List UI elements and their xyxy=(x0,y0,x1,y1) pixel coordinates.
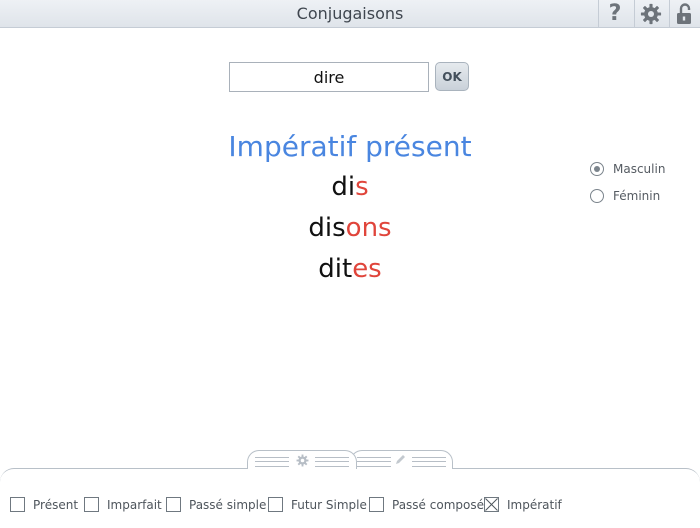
verb-stem: dis xyxy=(308,213,346,243)
tab-lines xyxy=(357,457,391,467)
checkbox[interactable] xyxy=(84,497,99,512)
conjugation-line: disons xyxy=(0,213,700,243)
gear-icon xyxy=(640,3,662,24)
conjugation-line: dites xyxy=(0,254,700,284)
pencil-icon xyxy=(396,455,405,464)
checkbox[interactable] xyxy=(484,497,499,512)
checkbox-label: Passé composé xyxy=(392,497,484,512)
checkbox-imparfait[interactable]: Imparfait xyxy=(84,497,162,512)
checkbox[interactable] xyxy=(10,497,25,512)
radio-button[interactable] xyxy=(590,162,604,176)
ok-button[interactable]: OK xyxy=(435,62,469,91)
edit-tab[interactable] xyxy=(350,450,453,469)
checkbox-passe-compose[interactable]: Passé composé xyxy=(369,497,484,512)
radio-label: Féminin xyxy=(613,189,661,203)
help-icon: ? xyxy=(608,0,622,26)
checkbox-label: Présent xyxy=(33,497,79,512)
radio-label: Masculin xyxy=(613,162,666,176)
settings-button[interactable] xyxy=(636,1,666,26)
radio-feminin[interactable]: Féminin xyxy=(590,189,660,203)
gear-icon xyxy=(296,454,309,467)
verb-input[interactable] xyxy=(229,62,429,92)
checkbox-label: Futur Simple xyxy=(291,497,367,512)
checkbox-label: Passé simple xyxy=(189,497,267,512)
checkbox-label: Impératif xyxy=(507,497,562,512)
verb-ending: ons xyxy=(345,213,392,243)
checkbox[interactable] xyxy=(369,497,384,512)
radio-button[interactable] xyxy=(590,189,604,203)
checkbox-passe-simple[interactable]: Passé simple xyxy=(166,497,266,512)
verb-ending: s xyxy=(355,172,369,202)
verb-ending: es xyxy=(352,254,382,284)
lock-button[interactable] xyxy=(670,1,700,26)
verb-stem: dit xyxy=(318,254,353,284)
toolbar-separator xyxy=(634,0,635,27)
settings-tab[interactable] xyxy=(247,450,357,469)
lock-icon xyxy=(677,2,691,24)
checkbox-label: Imparfait xyxy=(107,497,162,512)
checkbox[interactable] xyxy=(268,497,283,512)
checkbox-imperatif[interactable]: Impératif xyxy=(484,497,562,512)
checkbox[interactable] xyxy=(166,497,181,512)
tab-lines xyxy=(412,457,446,467)
toolbar-separator xyxy=(598,0,599,27)
tense-title: Impératif présent xyxy=(228,130,472,163)
help-button[interactable]: ? xyxy=(600,1,630,26)
verb-stem: di xyxy=(331,172,356,202)
title-bar: Conjugaisons ? xyxy=(0,0,700,28)
checkbox-present[interactable]: Présent xyxy=(10,497,78,512)
radio-masculin[interactable]: Masculin xyxy=(590,162,665,176)
tab-lines xyxy=(255,457,289,467)
app-title: Conjugaisons xyxy=(296,4,404,23)
checkbox-futur-simple[interactable]: Futur Simple xyxy=(268,497,367,512)
tab-lines xyxy=(315,457,349,467)
